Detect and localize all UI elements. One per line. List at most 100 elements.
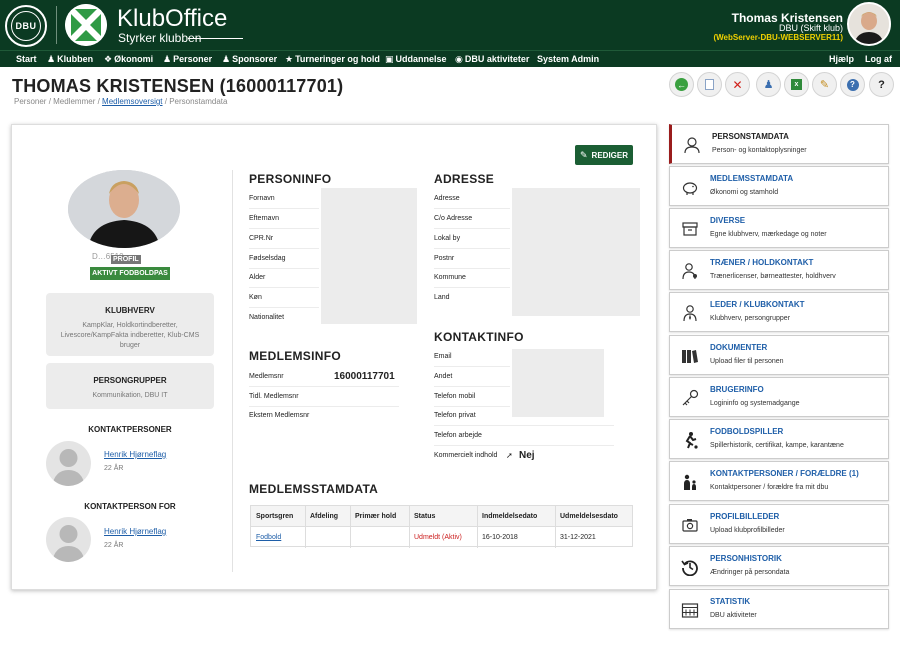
menu-subtitle: Økonomi og stamhold [710,189,779,196]
nav-uddannelse[interactable]: ▣ Uddannelse [385,52,447,66]
col-primaer-hold[interactable]: Primær hold [355,506,396,527]
nav-personer-label: Personer [173,54,213,64]
nav-help[interactable]: Hjælp [829,52,854,66]
education-icon: ▣ [385,54,394,64]
column-rule [305,506,306,548]
breadcrumb-medlemsoversigt[interactable]: Medlemsoversigt [102,97,162,106]
adresse-values-redacted [512,188,640,316]
field-rule [434,406,510,407]
menu-fodboldspiller[interactable]: FODBOLDSPILLER Spillerhistorik, certifik… [669,419,889,459]
nav-sponsorer[interactable]: ♟ Sponsorer [222,52,277,66]
breadcrumb: Personer / Medlemmer / Medlemsoversigt /… [14,97,227,106]
nav-system-admin[interactable]: System Admin [537,52,599,66]
nav-turneringer[interactable]: ★ Turneringer og hold [285,52,380,66]
nav-start-label: Start [16,54,37,64]
coins-icon: ❖ [104,54,113,64]
field-rule [434,248,510,249]
col-afdeling[interactable]: Afdeling [310,506,338,527]
leader-icon [681,304,699,322]
nav-dbu-aktiviteter[interactable]: ◉ DBU aktiviteter [455,52,529,66]
main-navbar: Start ♟ Klubben ❖ Økonomi ♟ Personer ♟ Spons… [0,50,900,67]
pencil-note-icon: ✎ [819,79,830,91]
edit-notes-button[interactable]: ✎ [812,72,837,97]
coach-icon [681,262,699,280]
nav-oekonomi-label: Økonomi [114,54,154,64]
personinfo-title: PERSONINFO [249,172,332,186]
question-button[interactable]: ? [869,72,894,97]
menu-title: TRÆNER / HOLDKONTAKT [710,258,814,267]
nav-logout[interactable]: Log af [865,52,892,66]
menu-kontaktpersoner-foraeldre[interactable]: KONTAKTPERSONER / FORÆLDRE (1) Kontaktpe… [669,461,889,501]
user-avatar[interactable] [847,2,891,46]
menu-profilbilleder[interactable]: PROFILBILLEDER Upload klubprofilbilleder [669,504,889,544]
calendar-icon [681,601,699,619]
menu-medlemsstamdata[interactable]: MEDLEMSSTAMDATA Økonomi og stamhold [669,166,889,206]
back-button[interactable]: ← [669,72,694,97]
key-icon [681,389,699,407]
menu-title: DOKUMENTER [710,343,768,352]
delete-button[interactable]: ✕ [725,72,750,97]
menu-personstamdata[interactable]: PERSONSTAMDATA Person- og kontaktoplysni… [669,124,889,164]
info-pointer-icon[interactable]: ➚ [506,451,513,460]
contact-for-avatar [46,517,91,562]
box-icon [681,220,699,238]
binders-icon [681,347,699,365]
persongrupper-box: PERSONGRUPPER Kommunikation, DBU IT [46,363,214,409]
user-avatar-image [849,4,889,44]
help-button[interactable]: ? [840,72,865,97]
menu-subtitle: DBU aktiviteter [710,612,757,619]
sponsor-icon: ♟ [222,54,231,64]
new-document-button[interactable] [697,72,722,97]
nav-klubben[interactable]: ♟ Klubben [47,52,93,66]
users-button[interactable]: ♟ [756,72,781,97]
menu-leder-klubkontakt[interactable]: LEDER / KLUBKONTAKT Klubhverv, persongru… [669,292,889,332]
menu-personhistorik[interactable]: PERSONHISTORIK Ændringer på persondata [669,546,889,586]
medlemsstamdata-title: MEDLEMSSTAMDATA [249,482,379,496]
nav-help-label: Hjælp [829,54,855,64]
menu-diverse[interactable]: DIVERSE Egne klubhverv, mærkedage og not… [669,208,889,248]
row-sportsgren-link[interactable]: Fodbold [256,527,281,548]
menu-brugerinfo[interactable]: BRUGERINFO Logininfo og systemadgange [669,377,889,417]
kontaktpersoner-title: KONTAKTPERSONER [88,425,172,434]
row-indmeldelse: 16-10-2018 [482,534,518,541]
contact-link[interactable]: Henrik Hjørneflag [104,450,166,459]
family-icon [681,473,699,491]
field-rule [249,228,319,229]
nav-uddannelse-label: Uddannelse [395,54,447,64]
col-udmeldelsesdato[interactable]: Udmeldelsesdato [560,506,618,527]
persongrupper-title: PERSONGRUPPER [93,376,167,385]
nav-start[interactable]: Start [16,52,37,66]
trophy-icon: ★ [285,54,294,64]
col-sportsgren[interactable]: Sportsgren [256,506,293,527]
dbu-logo[interactable]: DBU [5,5,47,47]
edit-button[interactable]: ✎ REDIGER [575,145,633,165]
menu-statistik[interactable]: STATISTIK DBU aktiviteter [669,589,889,629]
menu-dokumenter[interactable]: DOKUMENTER Upload filer til personen [669,335,889,375]
adresse-title: ADRESSE [434,172,495,186]
menu-traener-holdkontakt[interactable]: TRÆNER / HOLDKONTAKT Trænerlicenser, bør… [669,250,889,290]
klubhverv-title: KLUBHVERV [105,306,155,315]
pencil-icon: ✎ [580,149,588,160]
klubOffice-x-icon [65,4,107,46]
klubOffice-logo-icon[interactable] [65,4,107,46]
breadcrumb-personer[interactable]: Personer [14,97,46,106]
column-divider [232,170,233,572]
status-badge: AKTIVT FODBOLDPAS [90,267,170,280]
field-rule [434,228,510,229]
back-arrow-icon: ← [675,78,688,91]
nav-oekonomi[interactable]: ❖ Økonomi [104,52,153,66]
field-land: Land [434,294,450,301]
nav-logout-label: Log af [865,54,892,64]
nav-personer[interactable]: ♟ Personer [163,52,212,66]
breadcrumb-medlemmer[interactable]: Medlemmer [53,97,95,106]
contact-for-link[interactable]: Henrik Hjørneflag [104,527,166,536]
col-indmeldelsedato[interactable]: Indmeldelsedato [482,506,537,527]
export-excel-button[interactable]: x [784,72,809,97]
field-efternavn: Efternavn [249,215,279,222]
col-status[interactable]: Status [414,506,435,527]
profile-photo[interactable] [68,170,180,248]
user-club-switch[interactable]: DBU (Skift klub) [779,23,843,33]
menu-title: BRUGERINFO [710,385,764,394]
piggy-bank-icon [681,178,699,196]
player-icon [681,431,699,449]
